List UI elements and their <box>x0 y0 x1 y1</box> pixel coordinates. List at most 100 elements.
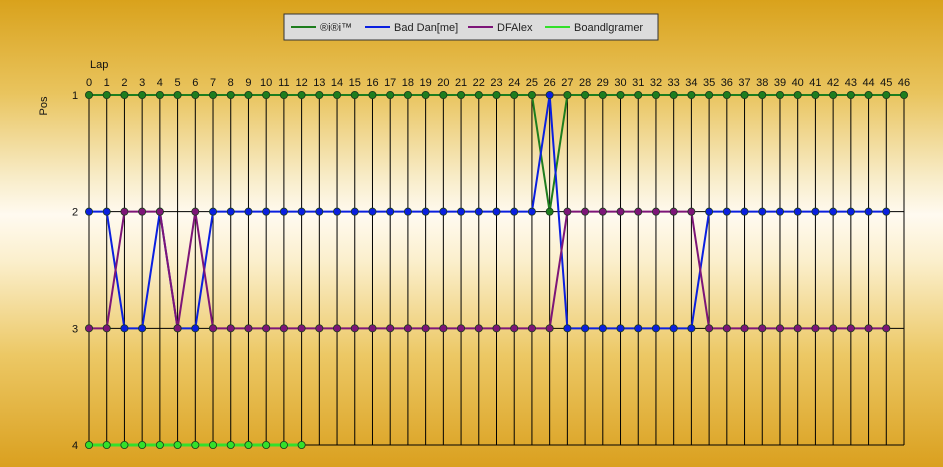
data-point <box>173 324 182 333</box>
data-point <box>350 207 359 216</box>
data-point <box>368 324 377 333</box>
data-point <box>439 324 448 333</box>
data-point <box>758 207 767 216</box>
data-point <box>439 91 448 100</box>
data-point <box>155 207 164 216</box>
data-point <box>740 207 749 216</box>
data-point <box>758 324 767 333</box>
data-point <box>191 91 200 100</box>
data-point <box>722 207 731 216</box>
x-tick-label: 30 <box>614 77 626 89</box>
x-tick-label: 3 <box>139 77 145 89</box>
data-point <box>85 91 94 100</box>
data-point <box>102 440 111 449</box>
data-point <box>368 207 377 216</box>
data-point <box>173 91 182 100</box>
data-point <box>634 324 643 333</box>
x-tick-labels: 0 1 2 3 4 5 6 7 8 9 10 11 12 13 14 15 16 17 18 19 20 21 22 23 24… <box>86 77 910 89</box>
data-point <box>386 91 395 100</box>
data-point <box>775 91 784 100</box>
data-point <box>598 324 607 333</box>
x-tick-label: 25 <box>526 77 538 89</box>
data-point <box>297 207 306 216</box>
x-tick-label: 32 <box>650 77 662 89</box>
data-point <box>474 324 483 333</box>
data-point <box>669 207 678 216</box>
data-point <box>687 324 696 333</box>
data-point <box>616 324 625 333</box>
data-point <box>120 207 129 216</box>
x-tick-label: 13 <box>313 77 325 89</box>
x-tick-label: 7 <box>210 77 216 89</box>
data-point <box>616 91 625 100</box>
data-point <box>705 207 714 216</box>
data-point <box>138 207 147 216</box>
data-point <box>439 207 448 216</box>
data-point <box>775 324 784 333</box>
y-axis-title: Pos <box>38 96 50 115</box>
grid <box>88 94 905 446</box>
data-point <box>333 91 342 100</box>
x-tick-label: 10 <box>260 77 272 89</box>
data-point <box>279 440 288 449</box>
data-point <box>226 440 235 449</box>
data-point <box>793 207 802 216</box>
data-point <box>811 324 820 333</box>
data-point <box>244 440 253 449</box>
data-point <box>209 91 218 100</box>
data-point <box>492 91 501 100</box>
x-tick-label: 46 <box>898 77 910 89</box>
x-tick-label: 26 <box>544 77 556 89</box>
data-point <box>403 324 412 333</box>
data-point <box>651 91 660 100</box>
x-tick-label: 19 <box>420 77 432 89</box>
x-tick-label: 2 <box>121 77 127 89</box>
data-point <box>191 207 200 216</box>
data-point <box>669 91 678 100</box>
x-tick-label: 14 <box>331 77 343 89</box>
data-point <box>705 91 714 100</box>
data-point <box>421 91 430 100</box>
legend-label: Boandlgramer <box>574 22 643 34</box>
x-tick-label: 6 <box>192 77 198 89</box>
data-point <box>85 207 94 216</box>
data-point <box>209 440 218 449</box>
data-point <box>297 440 306 449</box>
data-point <box>209 207 218 216</box>
data-point <box>563 324 572 333</box>
data-point <box>244 324 253 333</box>
x-tick-label: 5 <box>175 77 181 89</box>
data-point <box>545 324 554 333</box>
x-tick-label: 31 <box>632 77 644 89</box>
x-tick-label: 36 <box>721 77 733 89</box>
data-point <box>297 324 306 333</box>
data-point <box>846 91 855 100</box>
data-point <box>882 207 891 216</box>
data-point <box>315 207 324 216</box>
x-tick-label: 44 <box>862 77 874 89</box>
x-tick-label: 8 <box>228 77 234 89</box>
y-tick-label: 4 <box>72 440 78 452</box>
series-line-3 <box>89 210 887 330</box>
legend-label: DFAlex <box>497 22 533 34</box>
data-point <box>864 324 873 333</box>
data-point <box>386 324 395 333</box>
data-point <box>457 91 466 100</box>
data-point <box>829 207 838 216</box>
data-point <box>457 207 466 216</box>
data-point <box>740 324 749 333</box>
data-point <box>173 440 182 449</box>
x-tick-label: 0 <box>86 77 92 89</box>
data-point <box>510 91 519 100</box>
data-point <box>545 91 554 100</box>
y-tick-labels: 1 2 3 4 <box>72 90 78 452</box>
data-point <box>829 324 838 333</box>
data-point <box>85 324 94 333</box>
data-point <box>457 324 466 333</box>
x-tick-label: 40 <box>792 77 804 89</box>
data-point <box>598 207 607 216</box>
position-chart: ®i®i™ Bad Dan[me] DFAlex Boandlgramer Lap P… <box>38 13 910 452</box>
data-point <box>527 207 536 216</box>
data-point <box>598 91 607 100</box>
data-point <box>687 207 696 216</box>
